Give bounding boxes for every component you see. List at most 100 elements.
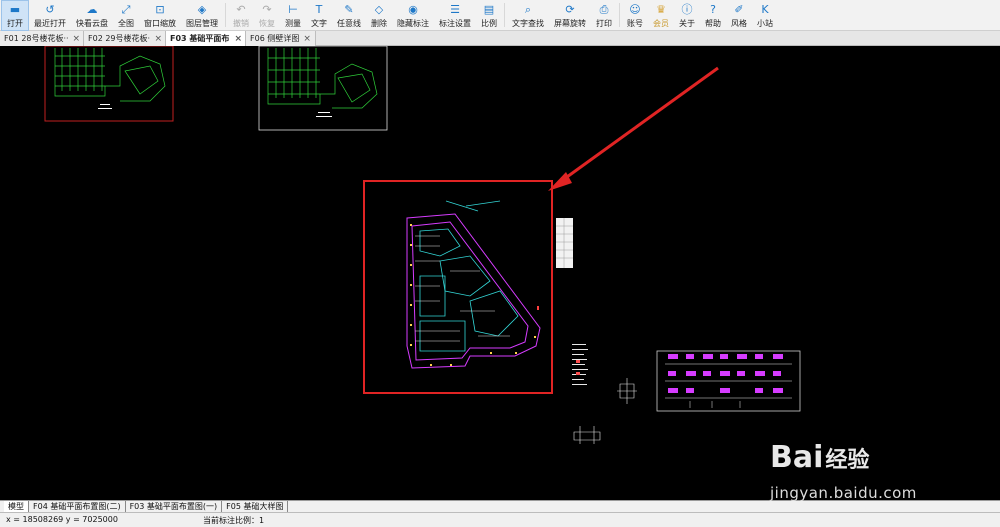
toolbar-button-4[interactable]: ⊡ 窗口缩放 (139, 0, 181, 31)
text-search-icon: ⌕ (524, 2, 532, 16)
toolbar-button-label: 快看云盘 (76, 18, 108, 28)
toolbar-button-label: 全图 (118, 18, 134, 28)
watermark-logo-cn: 经验 (825, 448, 870, 473)
toolbar-button-label: 最近打开 (34, 18, 66, 28)
kuaikan-icon: K (761, 2, 769, 16)
drawing-thumbnail-f01[interactable] (44, 46, 174, 122)
close-tab-icon[interactable]: × (234, 34, 242, 44)
document-tab[interactable]: F03 基础平面布·· × (166, 31, 246, 46)
toolbar-button-19[interactable]: ♛ 会员 (648, 0, 674, 31)
screen-rotate-icon: ⟳ (565, 2, 575, 16)
toolbar-button-12[interactable]: ◉ 隐藏标注 (392, 0, 434, 31)
toolbar-button-label: 测量 (285, 18, 301, 28)
toolbar-button-label: 屏幕旋转 (554, 18, 586, 28)
toolbar-button-22[interactable]: ✐ 风格 (726, 0, 752, 31)
toolbar-separator (225, 3, 226, 27)
toolbar-button-label: 关于 (679, 18, 695, 28)
toolbar-button-16[interactable]: ⟳ 屏幕旋转 (549, 0, 591, 31)
toolbar-button-8[interactable]: ⊢ 测量 (280, 0, 306, 31)
eye-hide-icon: ◉ (408, 2, 418, 16)
undo-icon: ↶ (236, 2, 246, 16)
toolbar-button-5[interactable]: ◈ 图层管理 (181, 0, 223, 31)
toolbar-button-18[interactable]: ☺ 账号 (622, 0, 648, 31)
drawing-notes[interactable] (572, 344, 588, 385)
watermark-logo-text: Bai (770, 440, 824, 475)
cloud-icon: ☁ (86, 2, 98, 16)
drawing-thumbnail-f02[interactable] (258, 46, 388, 131)
toolbar-button-label: 风格 (731, 18, 747, 28)
toolbar-button-label: 小站 (757, 18, 773, 28)
sheet-tab[interactable]: F03 基础平面布置图(一) (126, 501, 223, 512)
pencil-icon: ✎ (344, 2, 354, 16)
measure-icon: ⊢ (288, 2, 298, 16)
toolbar-button-label: 撤销 (233, 18, 249, 28)
cad-drawing (44, 46, 801, 444)
text-icon: T (315, 2, 323, 16)
document-tab-label: F06 侧壁详图 (250, 34, 300, 43)
toolbar-button-label: 窗口缩放 (144, 18, 176, 28)
cursor-coordinates: x = 18508269 y = 7025000 (6, 515, 118, 524)
annotation-arrow (548, 66, 719, 191)
toolbar-button-label: 标注设置 (439, 18, 471, 28)
document-tab[interactable]: F01 28号楼花板··· × (0, 31, 84, 46)
toolbar-button-label: 任意线 (337, 18, 361, 28)
toolbar-button-3[interactable]: ⤢ 全图 (113, 0, 139, 31)
toolbar-button-14[interactable]: ▤ 比例 (476, 0, 502, 31)
toolbar-button-17[interactable]: ⎙ 打印 (591, 0, 617, 31)
document-tab-label: F02 29号楼花板··· (88, 34, 151, 43)
close-tab-icon[interactable]: × (303, 34, 311, 44)
drawing-legend-table[interactable] (556, 218, 573, 268)
style-icon: ✐ (734, 2, 744, 16)
scale-icon: ▤ (483, 2, 495, 16)
print-icon: ⎙ (599, 2, 609, 16)
annotation-settings-icon: ☰ (450, 2, 460, 16)
drawing-canvas[interactable] (0, 46, 1000, 500)
help-icon: ? (710, 2, 716, 16)
toolbar-button-13[interactable]: ☰ 标注设置 (434, 0, 476, 31)
sheet-tab[interactable]: F05 基础大样图 (222, 501, 289, 512)
toolbar-button-2[interactable]: ☁ 快看云盘 (71, 0, 113, 31)
detail-sheet[interactable] (656, 350, 801, 412)
close-tab-icon[interactable]: × (72, 34, 80, 44)
toolbar-button-label: 帮助 (705, 18, 721, 28)
toolbar-button-9[interactable]: T 文字 (306, 0, 332, 31)
document-tabs: F01 28号楼花板··· × F02 29号楼花板··· × F03 基础平面布·· ×… (0, 31, 1000, 46)
toolbar-button-11[interactable]: ◇ 删除 (366, 0, 392, 31)
window-zoom-icon: ⊡ (155, 2, 165, 16)
toolbar-button-label: 图层管理 (186, 18, 218, 28)
toolbar-button-label: 会员 (653, 18, 669, 28)
document-tab[interactable]: F06 侧壁详图 × (246, 31, 316, 46)
toolbar-button-label: 隐藏标注 (397, 18, 429, 28)
toolbar-button-6[interactable]: ↶ 撤销 (228, 0, 254, 31)
history-icon: ↺ (45, 2, 55, 16)
annotation-scale: 当前标注比例：1 (203, 516, 265, 525)
toolbar-button-label: 账号 (627, 18, 643, 28)
toolbar-button-20[interactable]: ⓘ 关于 (674, 0, 700, 31)
info-icon: ⓘ (681, 2, 693, 16)
detail-drawing-small[interactable] (573, 378, 637, 444)
toolbar-button-1[interactable]: ↺ 最近打开 (29, 0, 71, 31)
foundation-plan-drawing[interactable] (406, 200, 541, 369)
toolbar-button-7[interactable]: ↷ 恢复 (254, 0, 280, 31)
baidu-jingyan-watermark-logo: Bai经验 (770, 440, 869, 475)
sheet-tab[interactable]: 模型 (4, 501, 29, 512)
toolbar-button-10[interactable]: ✎ 任意线 (332, 0, 366, 31)
document-tab[interactable]: F02 29号楼花板··· × (84, 31, 166, 46)
vip-icon: ♛ (656, 2, 666, 16)
close-tab-icon[interactable]: × (154, 34, 162, 44)
toolbar-button-21[interactable]: ? 帮助 (700, 0, 726, 31)
redo-icon: ↷ (262, 2, 272, 16)
user-icon: ☺ (629, 2, 641, 16)
main-toolbar: ▬ 打开 ↺ 最近打开 ☁ 快看云盘 ⤢ 全图 ⊡ 窗口缩放 ◈ 图层管理 ↶ 撤销 ↷ 恢复 ⊢ 测量 T 文字 ✎ 任… (0, 0, 1000, 31)
toolbar-button-label: 恢复 (259, 18, 275, 28)
toolbar-separator (504, 3, 505, 27)
document-tab-label: F03 基础平面布·· (170, 34, 231, 43)
toolbar-button-23[interactable]: K 小站 (752, 0, 778, 31)
toolbar-button-15[interactable]: ⌕ 文字查找 (507, 0, 549, 31)
toolbar-button-0[interactable]: ▬ 打开 (1, 0, 29, 31)
toolbar-separator (619, 3, 620, 27)
toolbar-button-label: 打印 (596, 18, 612, 28)
status-bar: x = 18508269 y = 7025000 当前标注比例：1 (0, 512, 1000, 527)
fit-view-icon: ⤢ (121, 2, 131, 16)
sheet-tab[interactable]: F04 基础平面布置图(二) (29, 501, 126, 512)
